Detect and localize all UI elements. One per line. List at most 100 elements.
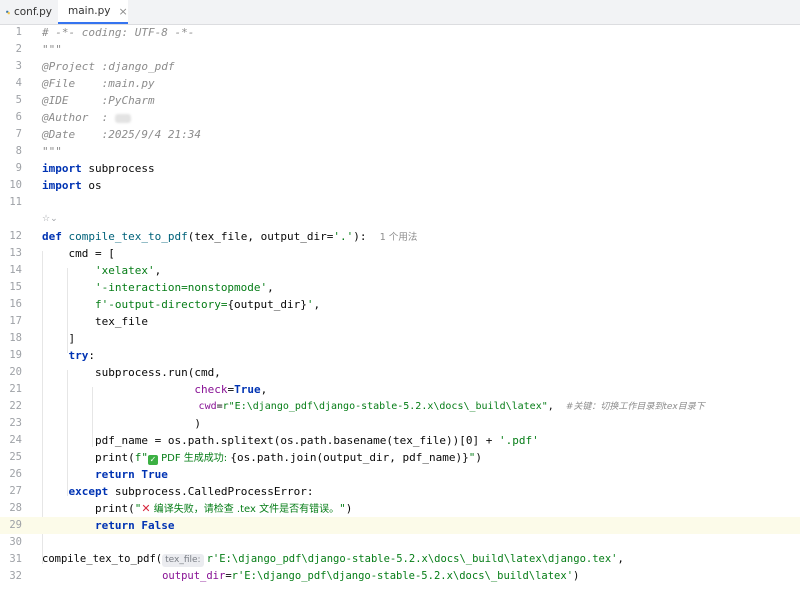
line-number: 9 bbox=[15, 162, 22, 174]
line-number: 10 bbox=[9, 179, 22, 191]
line-number: 19 bbox=[9, 349, 22, 361]
code-text: tex_file bbox=[42, 315, 148, 328]
line-number: 16 bbox=[9, 298, 22, 310]
line-number: 4 bbox=[15, 77, 22, 89]
code-line: 19 try: bbox=[0, 347, 800, 364]
code-text: ] bbox=[42, 332, 76, 345]
line-number: 20 bbox=[9, 366, 22, 378]
line-number: 28 bbox=[9, 502, 22, 514]
docstring: """ bbox=[42, 43, 62, 56]
docstring: @File :main.py bbox=[42, 77, 155, 90]
code-line: 16 f'-output-directory={output_dir}', bbox=[0, 296, 800, 313]
code-line: 18 ] bbox=[0, 330, 800, 347]
code-line: 21 check=True, bbox=[0, 381, 800, 398]
code-line: 6 @Author : bbox=[0, 109, 800, 126]
code-token: ) bbox=[475, 451, 483, 464]
code-text: return False bbox=[42, 517, 174, 534]
redacted-author bbox=[114, 113, 131, 123]
code-line: 12 def compile_tex_to_pdf(tex_file, outpu… bbox=[0, 228, 800, 245]
code-text: cmd = [ bbox=[42, 247, 115, 260]
string: ' bbox=[306, 298, 314, 311]
ai-assistant-icon[interactable]: ☆⌄ bbox=[42, 211, 58, 228]
string: '.pdf' bbox=[498, 434, 539, 447]
code-text: """ bbox=[42, 143, 62, 160]
code-line: 17 tex_file bbox=[0, 313, 800, 330]
code-text: try: bbox=[68, 349, 96, 362]
code-token: , bbox=[617, 553, 624, 565]
string: '-interaction=nonstopmode' bbox=[94, 281, 268, 294]
code-text: # -*- coding: UTF-8 -*- bbox=[42, 24, 194, 41]
line-number: 12 bbox=[9, 230, 22, 242]
code-text: except subprocess.CalledProcessError: bbox=[42, 483, 314, 500]
code-line: 8 """ bbox=[0, 143, 800, 160]
code-line: 22 cwd=r"E:\django_pdf\django-stable-5.2… bbox=[0, 398, 800, 415]
cross-mark-icon: ✕ bbox=[141, 502, 151, 515]
code-text: import subprocess bbox=[42, 160, 155, 177]
code-line: 31 compile_tex_to_pdf(tex_file: r'E:\djang… bbox=[0, 551, 800, 568]
code-editor[interactable]: 1 # -*- coding: UTF-8 -*- 2 """ 3 @Project … bbox=[0, 24, 800, 600]
line-number: 13 bbox=[9, 247, 22, 259]
docstring: @Date :2025/9/4 21:34 bbox=[42, 128, 201, 141]
tab-conf-py[interactable]: conf.py bbox=[0, 0, 58, 24]
line-number: 30 bbox=[9, 536, 22, 548]
code-text: pdf_name = os.path.splitext(os.path.base… bbox=[42, 432, 539, 449]
comment: #关键：切换工作目录到tex目录下 bbox=[565, 402, 705, 412]
line-number: 2 bbox=[15, 43, 22, 55]
code-token: {output_dir} bbox=[227, 298, 307, 311]
editor-tab-bar: conf.py main.py × bbox=[0, 0, 800, 25]
code-text: print("✕ 编译失败，请检查 .tex 文件是否有错误。") bbox=[42, 500, 352, 518]
code-line: 11 bbox=[0, 194, 800, 211]
keyword-argument: output_dir bbox=[162, 570, 226, 582]
code-line: 1 # -*- coding: UTF-8 -*- bbox=[0, 24, 800, 41]
code-token: compile_tex_to_pdf( bbox=[42, 553, 163, 565]
line-number: 5 bbox=[15, 94, 22, 106]
current-code-line: 29 return False bbox=[0, 517, 800, 534]
keyword: return True bbox=[94, 468, 168, 481]
code-text: '-interaction=nonstopmode', bbox=[94, 281, 274, 294]
code-line: 10 import os bbox=[0, 177, 800, 194]
code-line: 32 output_dir=r'E:\django_pdf\django-sta… bbox=[0, 568, 800, 585]
usage-hint[interactable]: 1 个用法 bbox=[380, 232, 418, 243]
line-number: 3 bbox=[15, 60, 22, 72]
code-token: ): bbox=[353, 230, 367, 243]
line-number: 18 bbox=[9, 332, 22, 344]
string: r'E:\django_pdf\django-stable-5.2.x\docs… bbox=[231, 570, 574, 582]
code-token: ) bbox=[573, 570, 580, 582]
code-text: @IDE :PyCharm bbox=[42, 92, 155, 109]
code-text: compile_tex_to_pdf(tex_file: r'E:\django_… bbox=[42, 551, 624, 568]
code-token: os bbox=[81, 179, 102, 192]
code-text: """ bbox=[42, 41, 62, 58]
string: 编译失败，请检查 .tex 文件是否有错误。 bbox=[150, 504, 340, 515]
line-number: 26 bbox=[9, 468, 22, 480]
code-line: 9 import subprocess bbox=[0, 160, 800, 177]
string: 'xelatex' bbox=[94, 264, 155, 277]
tab-main-py[interactable]: main.py × bbox=[58, 0, 128, 24]
docstring: @IDE :PyCharm bbox=[42, 94, 155, 107]
line-number: 31 bbox=[9, 553, 22, 565]
line-number: 25 bbox=[9, 451, 22, 463]
code-text: ) bbox=[42, 417, 201, 430]
string: PDF 生成成功: bbox=[157, 453, 231, 464]
code-text: def compile_tex_to_pdf(tex_file, output_… bbox=[42, 228, 417, 246]
code-token: print( bbox=[42, 451, 135, 464]
string: '.' bbox=[333, 230, 354, 243]
keyword: import bbox=[42, 179, 82, 192]
close-tab-icon[interactable]: × bbox=[118, 5, 127, 18]
code-token: {os.path.join(output_dir, pdf_name)} bbox=[230, 451, 469, 464]
docstring: @Author : bbox=[42, 111, 109, 124]
code-line: 4 @File :main.py bbox=[0, 75, 800, 92]
code-text: check=True, bbox=[194, 383, 268, 396]
code-line: 15 '-interaction=nonstopmode', bbox=[0, 279, 800, 296]
code-line: 23 ) bbox=[0, 415, 800, 432]
code-line: 3 @Project :django_pdf bbox=[0, 58, 800, 75]
function-name: compile_tex_to_pdf bbox=[61, 230, 188, 243]
code-text: print(f" ✓ PDF 生成成功: {os.path.join(output… bbox=[42, 449, 482, 467]
code-text: @Date :2025/9/4 21:34 bbox=[42, 126, 201, 143]
tab-label: main.py bbox=[68, 5, 111, 17]
keyword-argument: cwd bbox=[198, 401, 217, 412]
ai-assist-row: ☆⌄ bbox=[0, 211, 800, 228]
line-number: 27 bbox=[9, 485, 22, 497]
code-line: 25 print(f" ✓ PDF 生成成功: {os.path.join(out… bbox=[0, 449, 800, 466]
code-line: 24 pdf_name = os.path.splitext(os.path.b… bbox=[0, 432, 800, 449]
code-text: @File :main.py bbox=[42, 75, 155, 92]
